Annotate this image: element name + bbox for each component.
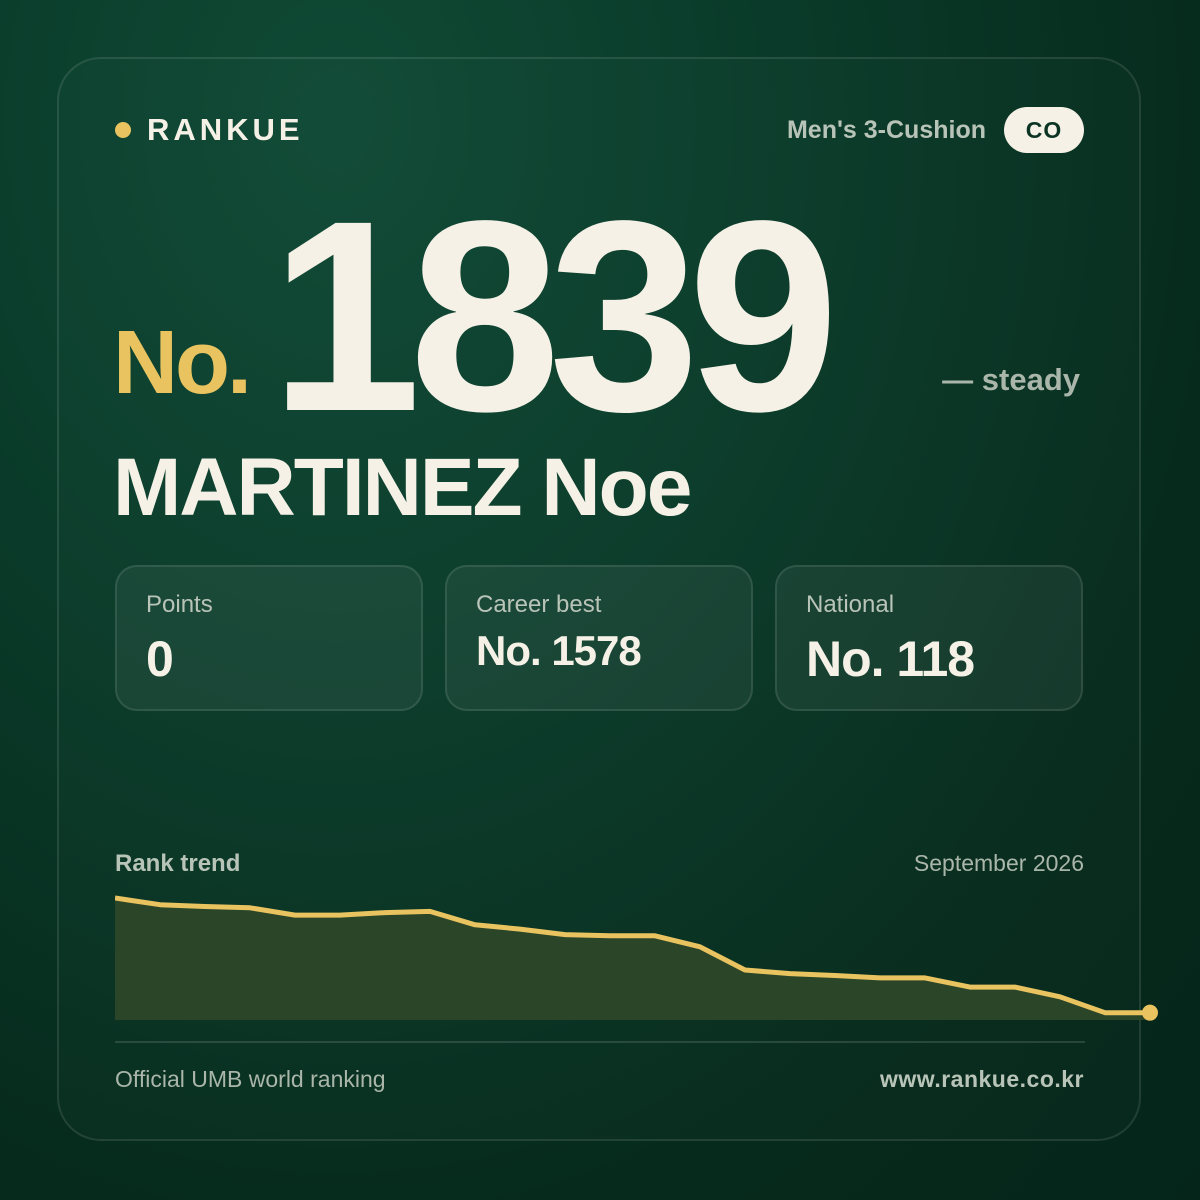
trend-date: September 2026 bbox=[913, 850, 1084, 876]
trend-title: Rank trend bbox=[115, 850, 241, 877]
stat-value: No. 118 bbox=[806, 631, 975, 687]
footer-website: www.rankue.co.kr bbox=[880, 1066, 1084, 1092]
rank-prefix: No. bbox=[113, 313, 252, 413]
footer-divider bbox=[115, 1041, 1085, 1043]
stat-card-career-best: Career best No. 1578 bbox=[445, 565, 753, 711]
trend-end-marker bbox=[1142, 1004, 1158, 1021]
stat-label: National bbox=[806, 591, 895, 618]
category-label: Men's 3-Cushion bbox=[786, 116, 986, 144]
stat-label: Career best bbox=[476, 591, 602, 618]
rank-trend-chart bbox=[115, 895, 1158, 1021]
player-name: MARTINEZ Noe bbox=[113, 442, 692, 533]
rank-number: 1839 bbox=[270, 164, 839, 468]
footer-source: Official UMB world ranking bbox=[115, 1066, 386, 1092]
brand-dot-icon bbox=[115, 122, 131, 138]
stat-label: Points bbox=[146, 591, 213, 618]
rank-trend-label: — steady bbox=[942, 362, 1080, 397]
trend-area bbox=[115, 898, 1150, 1020]
stat-card-national: National No. 118 bbox=[775, 565, 1083, 711]
stat-value: No. 1578 bbox=[476, 627, 642, 674]
stat-value: 0 bbox=[146, 631, 174, 687]
brand: RANKUE bbox=[115, 112, 304, 148]
brand-name: RANKUE bbox=[147, 112, 304, 147]
stat-card-points: Points 0 bbox=[115, 565, 423, 711]
country-badge: CO bbox=[1004, 107, 1084, 153]
